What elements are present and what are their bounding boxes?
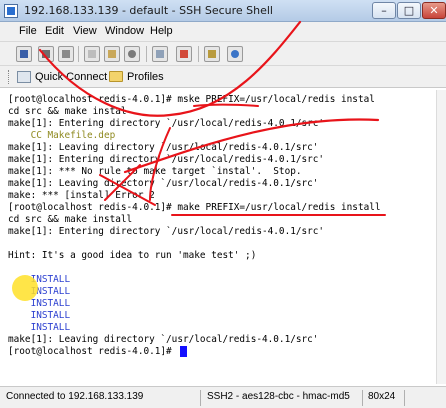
terminal-line: make[1]: Entering directory `/usr/local/… — [8, 118, 325, 129]
terminal-line: cd src && make instal — [8, 106, 127, 117]
save-icon[interactable] — [16, 46, 32, 62]
terminal-line: [root@localhost redis-4.0.1]# make PREFI… — [8, 202, 381, 213]
print-preview-icon[interactable] — [58, 46, 74, 62]
terminal-line: make: *** [instal] Error 2 — [8, 190, 155, 201]
maximize-button[interactable]: □ — [397, 2, 421, 19]
toolbar-separator — [146, 46, 147, 62]
toolbar-separator — [78, 46, 79, 62]
quick-connect-bar: Quick Connect Profiles — [0, 66, 446, 88]
settings-icon[interactable] — [152, 46, 168, 62]
find-icon[interactable] — [124, 46, 140, 62]
terminal-size: 80x24 — [368, 391, 396, 402]
terminal-area[interactable]: [root@localhost redis-4.0.1]# mske PREFI… — [4, 90, 436, 384]
profiles-folder-icon[interactable] — [109, 71, 123, 82]
terminal-line: INSTALL — [8, 322, 71, 333]
encryption-info: SSH2 - aes128-cbc - hmac-md5 — [207, 391, 350, 402]
help-icon[interactable] — [227, 46, 243, 62]
key-icon[interactable] — [204, 46, 220, 62]
terminal-line: [root@localhost redis-4.0.1]# — [8, 346, 178, 357]
minimize-button[interactable]: – — [372, 2, 396, 19]
status-divider — [362, 390, 363, 406]
toolbar-grip[interactable] — [8, 70, 11, 84]
window-title: 192.168.133.139 - default - SSH Secure S… — [24, 4, 273, 17]
terminal-scrollbar[interactable] — [436, 90, 446, 384]
mouse-highlight — [12, 275, 38, 301]
terminal-line: cd src && make install — [8, 214, 133, 225]
menu-window[interactable]: Window — [105, 25, 144, 37]
menu-bar: File Edit View Window Help — [0, 22, 446, 42]
ssh-app-icon — [4, 4, 18, 18]
terminal-line: INSTALL — [8, 310, 71, 321]
terminal-line: make[1]: Leaving directory `/usr/local/r… — [8, 334, 319, 345]
toolbar — [0, 42, 446, 66]
menu-help[interactable]: Help — [150, 25, 173, 37]
connection-status: Connected to 192.168.133.139 — [6, 391, 144, 402]
copy-icon[interactable] — [84, 46, 100, 62]
terminal-line: make[1]: Leaving directory `/usr/local/r… — [8, 178, 319, 189]
toolbar-separator — [198, 46, 199, 62]
terminal-line: [root@localhost redis-4.0.1]# mske PREFI… — [8, 94, 375, 105]
terminal-line: CC Makefile.dep — [8, 130, 116, 141]
quick-connect-icon[interactable] — [17, 71, 31, 83]
terminal-cursor — [180, 346, 187, 357]
status-divider — [404, 390, 405, 406]
paste-icon[interactable] — [104, 46, 120, 62]
terminal-line: make[1]: *** No rule to make target `ins… — [8, 166, 302, 177]
menu-edit[interactable]: Edit — [45, 25, 64, 37]
title-bar: 192.168.133.139 - default - SSH Secure S… — [0, 0, 446, 22]
menu-view[interactable]: View — [73, 25, 97, 37]
print-icon[interactable] — [38, 46, 54, 62]
new-file-transfer-icon[interactable] — [176, 46, 192, 62]
terminal-line: make[1]: Entering directory `/usr/local/… — [8, 226, 325, 237]
quick-connect-button[interactable]: Quick Connect — [35, 71, 107, 83]
terminal-line: make[1]: Leaving directory `/usr/local/r… — [8, 142, 319, 153]
status-bar: Connected to 192.168.133.139 SSH2 - aes1… — [0, 386, 446, 408]
terminal-line: INSTALL — [8, 298, 71, 309]
profiles-button[interactable]: Profiles — [127, 71, 164, 83]
terminal-line: Hint: It's a good idea to run 'make test… — [8, 250, 257, 261]
menu-file[interactable]: File — [19, 25, 37, 37]
close-button[interactable]: ✕ — [422, 2, 446, 19]
terminal-line: make[1]: Entering directory `/usr/local/… — [8, 154, 325, 165]
status-divider — [200, 390, 201, 406]
